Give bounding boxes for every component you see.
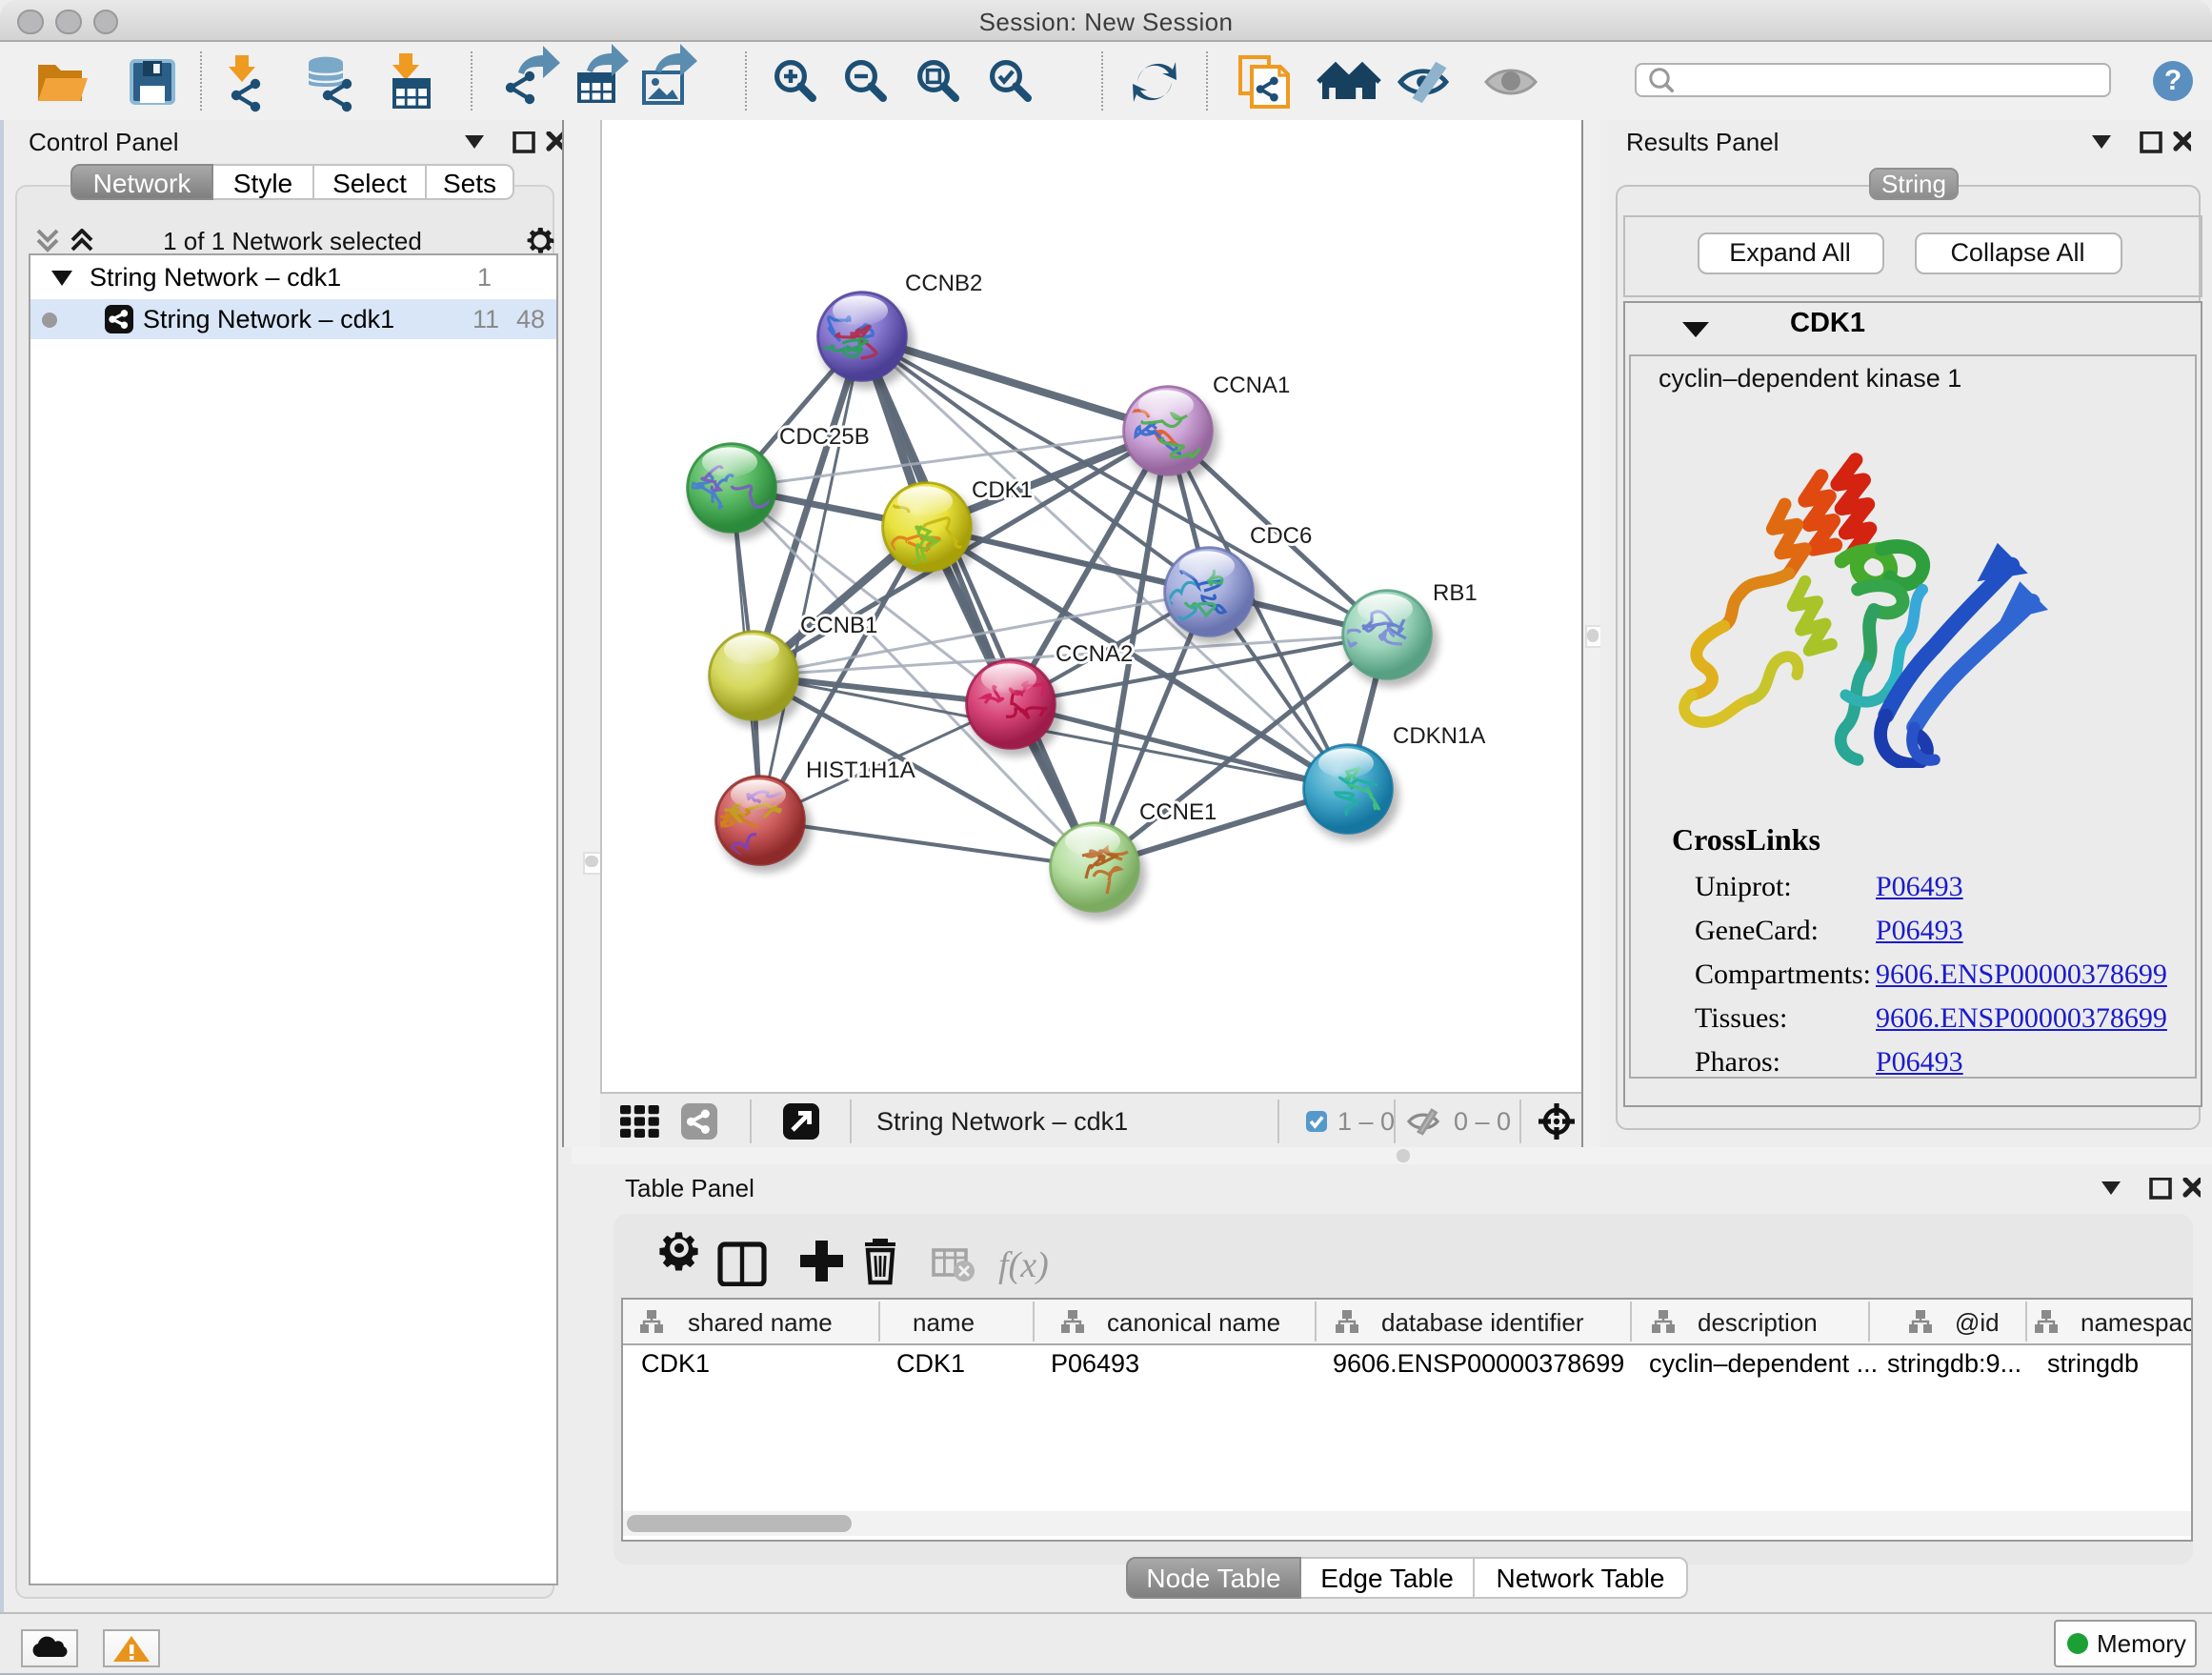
svg-text:CDC25B: CDC25B	[779, 423, 870, 449]
svg-text:CCNA2: CCNA2	[1056, 640, 1133, 666]
svg-text:0 – 0: 0 – 0	[1454, 1106, 1511, 1135]
svg-text:namespac: namespac	[2080, 1308, 2190, 1337]
svg-text:shared name: shared name	[687, 1308, 832, 1337]
svg-text:CDK1: CDK1	[972, 476, 1033, 502]
svg-text:CDKN1A: CDKN1A	[1393, 722, 1485, 748]
svg-text:@id: @id	[1954, 1308, 1999, 1337]
svg-text:RB1: RB1	[1433, 579, 1478, 605]
svg-text:f(x): f(x)	[998, 1245, 1049, 1285]
svg-text:database identifier: database identifier	[1380, 1308, 1583, 1337]
svg-text:description: description	[1697, 1308, 1817, 1337]
svg-text:CCNA1: CCNA1	[1213, 372, 1290, 397]
svg-text:CDC6: CDC6	[1250, 522, 1312, 548]
svg-text:CCNB1: CCNB1	[800, 612, 877, 637]
svg-text:canonical name: canonical name	[1106, 1308, 1279, 1337]
svg-text:HIST1H1A: HIST1H1A	[806, 757, 915, 782]
svg-text:CCNE1: CCNE1	[1139, 798, 1217, 824]
svg-text:CCNB2: CCNB2	[905, 270, 982, 295]
svg-text:name: name	[912, 1308, 974, 1337]
svg-text:1 – 0: 1 – 0	[1337, 1106, 1395, 1135]
svg-text:String Network – cdk1: String Network – cdk1	[876, 1106, 1128, 1135]
